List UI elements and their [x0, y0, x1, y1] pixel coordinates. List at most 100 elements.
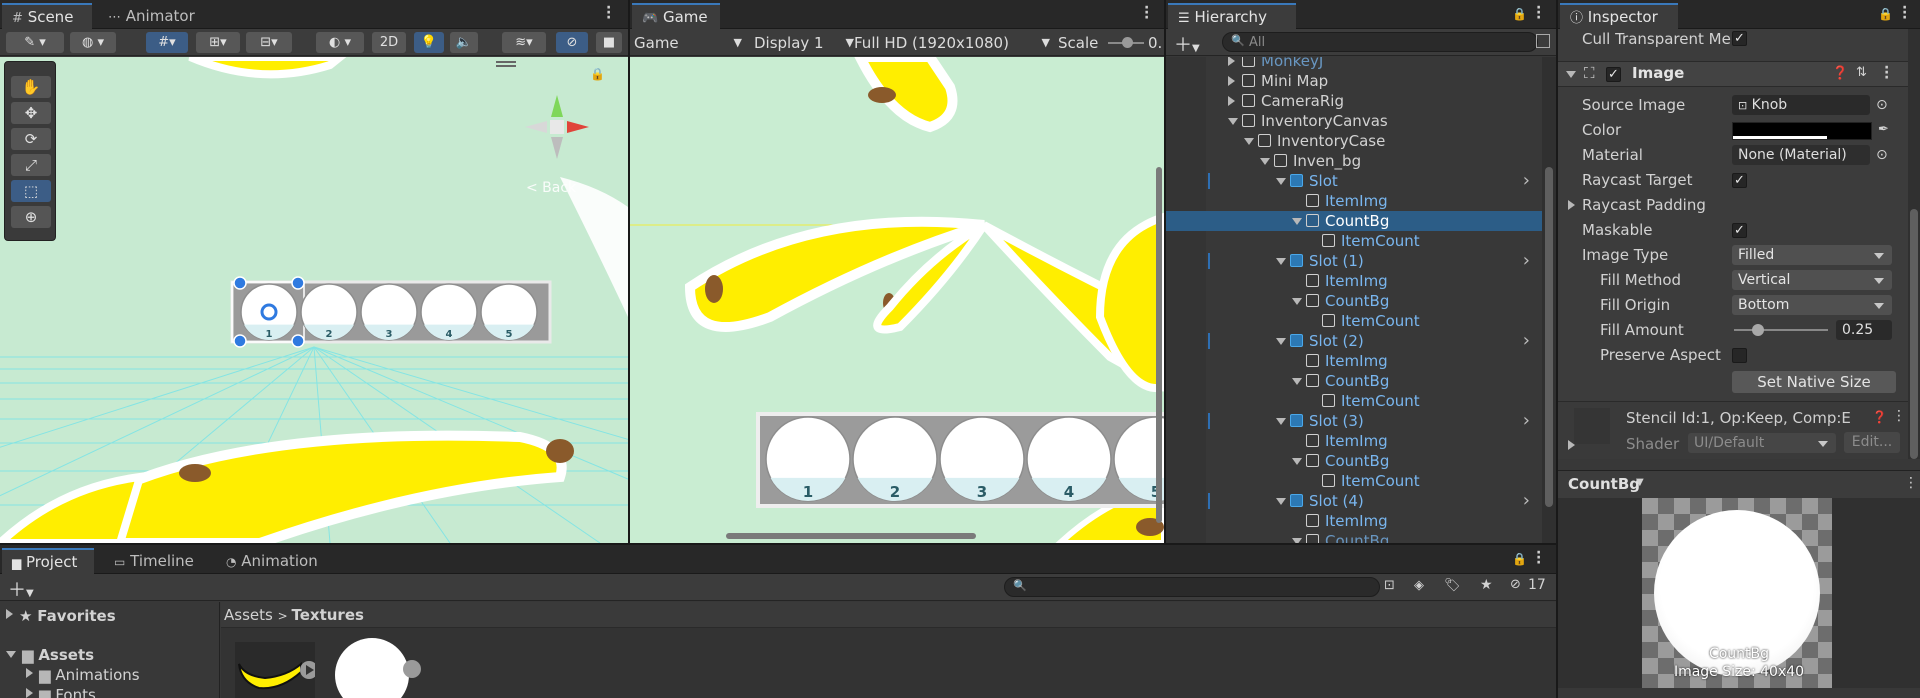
- hierarchy-row[interactable]: Mini Map: [1166, 71, 1542, 91]
- color-field[interactable]: [1732, 122, 1872, 140]
- hierarchy-row[interactable]: ItemImg: [1166, 271, 1542, 291]
- draw-mode-button[interactable]: ✎ ▾: [6, 32, 64, 53]
- hidden-packages-icon[interactable]: ⊘: [1510, 577, 1521, 592]
- image-component-header[interactable]: ⛶ ✓ Image ❓ ⇅ · · ·: [1558, 61, 1908, 87]
- gizmo-lock-icon[interactable]: 🔒: [590, 67, 605, 81]
- hierarchy-row[interactable]: ItemImg: [1166, 191, 1542, 211]
- prefab-open-icon[interactable]: ›: [1523, 251, 1530, 271]
- shader-edit-button[interactable]: Edit...: [1844, 432, 1900, 453]
- hierarchy-row[interactable]: InventoryCase: [1166, 131, 1542, 151]
- gizmo-menu-icon[interactable]: [496, 61, 516, 67]
- favorites-row[interactable]: ★ Favorites: [6, 606, 219, 626]
- raycast-padding-row[interactable]: Raycast Padding: [1558, 193, 1908, 217]
- hand-tool-icon[interactable]: ✋: [11, 76, 51, 98]
- hierarchy-row[interactable]: ItemImg: [1166, 351, 1542, 371]
- chevron-down-icon[interactable]: [1228, 118, 1238, 125]
- object-picker-icon[interactable]: ⊙: [1876, 93, 1888, 117]
- camera-button[interactable]: ■: [596, 32, 622, 53]
- tab-animation[interactable]: ◔ Animation: [216, 548, 326, 574]
- asset-knob-thumb[interactable]: [333, 638, 433, 698]
- scale-tool-icon[interactable]: ⤢: [11, 154, 51, 176]
- chevron-down-icon[interactable]: [1292, 298, 1302, 305]
- chevron-right-icon[interactable]: [1228, 76, 1235, 86]
- tab-project[interactable]: ▆ Project: [2, 548, 94, 574]
- lock-icon[interactable]: 🔒: [1512, 552, 1527, 566]
- display-dropdown[interactable]: Display 1 ▼: [754, 32, 854, 54]
- prefab-open-icon[interactable]: ›: [1523, 171, 1530, 191]
- maskable-checkbox[interactable]: ✓: [1732, 223, 1747, 238]
- hierarchy-search[interactable]: 🔍 All: [1222, 32, 1538, 52]
- mode-2d-button[interactable]: 2D: [372, 32, 406, 53]
- preview-title[interactable]: CountBg: [1568, 475, 1640, 493]
- tab-animator[interactable]: ⋯ Animator: [98, 3, 208, 29]
- game-mode-dropdown[interactable]: Game ▼: [634, 32, 746, 54]
- hierarchy-row[interactable]: InventoryCanvas: [1166, 111, 1542, 131]
- hierarchy-row[interactable]: ItemImg: [1166, 431, 1542, 451]
- chevron-down-icon[interactable]: [1292, 218, 1302, 225]
- fill-amount-slider[interactable]: [1734, 324, 1828, 336]
- chevron-down-icon[interactable]: [1292, 538, 1302, 543]
- effects-toggle[interactable]: ≋▾: [502, 32, 546, 53]
- tab-game[interactable]: 🎮 Game: [632, 3, 720, 29]
- lighting-toggle[interactable]: 💡: [414, 32, 444, 53]
- hierarchy-row[interactable]: Slot (2) ›: [1166, 331, 1542, 351]
- prefab-open-icon[interactable]: ›: [1523, 491, 1530, 511]
- eyedropper-icon[interactable]: ✒: [1878, 118, 1889, 142]
- transform-tool-icon[interactable]: ⊕: [11, 206, 51, 228]
- tab-hierarchy[interactable]: ☰ Hierarchy: [1168, 3, 1296, 29]
- tab-scene[interactable]: # Scene: [2, 3, 92, 29]
- create-button[interactable]: ＋▼: [1174, 31, 1200, 57]
- scene-menu-icon[interactable]: · · ·: [606, 1, 612, 25]
- folder-animations[interactable]: ▆ Animations: [26, 665, 219, 685]
- hierarchy-row[interactable]: MonkeyJ: [1166, 57, 1542, 71]
- fill-origin-dropdown[interactable]: Bottom: [1732, 295, 1892, 315]
- hierarchy-row[interactable]: CountBg: [1166, 451, 1542, 471]
- fill-amount-slider-thumb[interactable]: [1751, 324, 1764, 336]
- lock-icon[interactable]: 🔒: [1512, 7, 1527, 21]
- chevron-down-icon[interactable]: [1260, 158, 1270, 165]
- lock-icon[interactable]: 🔒: [1878, 7, 1893, 21]
- rotate-tool-icon[interactable]: ⟳: [11, 128, 51, 150]
- foldout-arrow-icon[interactable]: [1566, 71, 1576, 78]
- scale-slider[interactable]: [1108, 37, 1144, 48]
- scene-filter-icon[interactable]: [1536, 34, 1550, 48]
- image-type-dropdown[interactable]: Filled: [1732, 245, 1892, 265]
- favorite-star-icon[interactable]: ★: [1480, 577, 1493, 593]
- filter-label-icon[interactable]: 🏷: [1444, 578, 1461, 593]
- hierarchy-row[interactable]: CountBg: [1166, 291, 1542, 311]
- object-picker-icon[interactable]: ⊙: [1876, 143, 1888, 167]
- filter-type-icon[interactable]: ◈: [1414, 578, 1424, 593]
- chevron-down-icon[interactable]: [1244, 138, 1254, 145]
- set-native-size-button[interactable]: Set Native Size: [1732, 371, 1896, 393]
- hierarchy-row[interactable]: ItemCount: [1166, 391, 1542, 411]
- inspector-scrollbar[interactable]: [1908, 29, 1920, 459]
- material-field[interactable]: None (Material): [1732, 145, 1870, 165]
- chevron-down-icon[interactable]: [1276, 178, 1286, 185]
- assets-row[interactable]: ▆ Assets: [6, 645, 219, 665]
- fill-method-dropdown[interactable]: Vertical: [1732, 270, 1892, 290]
- hierarchy-row[interactable]: CountBg: [1166, 531, 1542, 543]
- prefab-open-icon[interactable]: ›: [1523, 331, 1530, 351]
- foldout-arrow-icon[interactable]: [26, 688, 33, 698]
- chevron-down-icon[interactable]: [1276, 258, 1286, 265]
- chevron-down-icon[interactable]: [1292, 458, 1302, 465]
- breadcrumb-textures[interactable]: Textures: [291, 606, 363, 624]
- fill-amount-field[interactable]: 0.25: [1836, 320, 1892, 340]
- raycast-target-checkbox[interactable]: ✓: [1732, 173, 1747, 188]
- increment-snap-button[interactable]: ⊟▾: [246, 32, 292, 53]
- scene-viewport[interactable]: 1 2 3 4 5 < Back 🔒 ✋ ✥ ⟳ ⤢ ⬚ ⊕: [0, 57, 628, 543]
- hierarchy-row[interactable]: CameraRig: [1166, 91, 1542, 111]
- shader-dropdown[interactable]: UI/Default: [1688, 433, 1836, 453]
- chevron-down-icon[interactable]: [1276, 418, 1286, 425]
- game-viewport[interactable]: 12345: [630, 57, 1164, 543]
- help-icon[interactable]: ❓: [1832, 66, 1848, 81]
- foldout-arrow-icon[interactable]: [26, 668, 33, 678]
- chevron-down-icon[interactable]: [1276, 338, 1286, 345]
- inspector-scroll-thumb[interactable]: [1910, 209, 1918, 459]
- hierarchy-row[interactable]: Slot (3) ›: [1166, 411, 1542, 431]
- chevron-right-icon[interactable]: [1228, 57, 1235, 66]
- source-image-field[interactable]: ⊡ Knob: [1732, 95, 1870, 115]
- inspector-menu-icon[interactable]: · · ·: [1902, 1, 1908, 25]
- create-button[interactable]: ＋▼: [8, 576, 34, 602]
- grid-visibility-button[interactable]: ⊞▾: [196, 32, 240, 53]
